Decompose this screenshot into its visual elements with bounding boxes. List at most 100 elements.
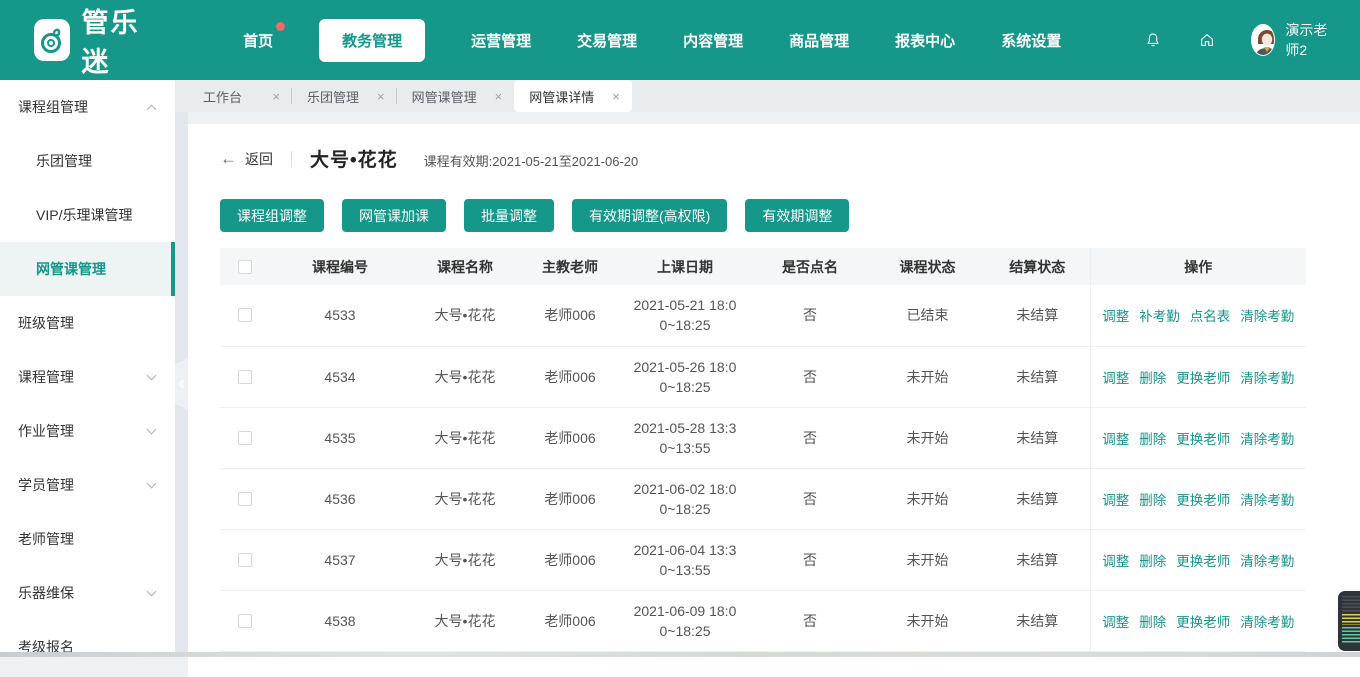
bell-icon[interactable] <box>1145 29 1161 51</box>
table-row: 4536 大号•花花 老师006 2021-06-02 18:00~18:25 … <box>220 468 1306 529</box>
delete-link[interactable]: 删除 <box>1139 615 1166 630</box>
taskbar-edge <box>0 652 1360 657</box>
sidebar-item-class-mgmt[interactable]: 班级管理 <box>0 296 175 350</box>
home-icon[interactable] <box>1199 29 1215 51</box>
tab-bar: 工作台 × 乐团管理 × 网管课管理 × 网管课详情 × <box>175 80 1360 112</box>
batch-adjust-button[interactable]: 批量调整 <box>464 199 554 232</box>
class-date: 2021-05-26 18:00~18:25 <box>632 357 738 397</box>
settle-status: 未结算 <box>985 590 1090 651</box>
sidebar-item-orchestra-mgmt[interactable]: 乐团管理 <box>0 134 175 188</box>
adjust-link[interactable]: 调整 <box>1102 493 1129 508</box>
validity-adjust-button[interactable]: 有效期调整 <box>745 199 849 232</box>
sidebar-item-exam-registration[interactable]: 考级报名 <box>0 620 175 674</box>
nav-transaction-management[interactable]: 交易管理 <box>577 30 637 51</box>
table-header-row: 课程编号 课程名称 主教老师 上课日期 是否点名 课程状态 结算状态 操作 <box>220 248 1306 285</box>
brand-name: 管乐迷 <box>82 1 156 79</box>
clear-attendance-link[interactable]: 清除考勤 <box>1240 432 1294 447</box>
sidebar-item-course-mgmt[interactable]: 课程管理 <box>0 350 175 404</box>
sidebar-item-course-group-mgmt[interactable]: 课程组管理 <box>0 80 175 134</box>
nav-content-management[interactable]: 内容管理 <box>683 30 743 51</box>
user-name[interactable]: 演示老师2 <box>1285 20 1332 60</box>
tab-workbench[interactable]: 工作台 × <box>188 80 292 112</box>
close-icon[interactable]: × <box>377 89 385 104</box>
change-teacher-link[interactable]: 更换老师 <box>1176 615 1230 630</box>
course-id: 4537 <box>270 529 410 590</box>
sidebar-item-instrument-maintenance[interactable]: 乐器维保 <box>0 566 175 620</box>
instrument-icon <box>37 25 67 55</box>
delete-link[interactable]: 删除 <box>1139 493 1166 508</box>
row-checkbox[interactable] <box>238 614 252 628</box>
change-teacher-link[interactable]: 更换老师 <box>1176 371 1230 386</box>
adjust-link[interactable]: 调整 <box>1102 432 1129 447</box>
settle-status: 未结算 <box>985 346 1090 407</box>
makeup-attendance-link[interactable]: 补考勤 <box>1139 309 1180 324</box>
nav-system-settings[interactable]: 系统设置 <box>1001 30 1061 51</box>
close-icon[interactable]: × <box>495 89 503 104</box>
delete-link[interactable]: 删除 <box>1139 554 1166 569</box>
sidebar-collapse-handle[interactable] <box>175 358 188 410</box>
sidebar-item-homework-mgmt[interactable]: 作业管理 <box>0 404 175 458</box>
detail-header: ← 返回 大号•花花 课程有效期:2021-05-21至2021-06-20 <box>220 145 1306 172</box>
row-checkbox[interactable] <box>238 308 252 322</box>
sidebar: 课程组管理 乐团管理 VIP/乐理课管理 网管课管理 班级管理 课程管理 作业管… <box>0 80 175 657</box>
nav-academic-management[interactable]: 教务管理 <box>319 19 425 62</box>
sidebar-item-online-class-mgmt[interactable]: 网管课管理 <box>0 242 175 296</box>
close-icon[interactable]: × <box>272 89 280 104</box>
clear-attendance-link[interactable]: 清除考勤 <box>1240 554 1294 569</box>
widget-stripes-gray <box>1342 596 1360 612</box>
tab-online-class-mgmt[interactable]: 网管课管理 × <box>397 80 515 112</box>
nav-operations-management[interactable]: 运营管理 <box>471 30 531 51</box>
row-checkbox[interactable] <box>238 370 252 384</box>
table-row: 4535 大号•花花 老师006 2021-05-28 13:30~13:55 … <box>220 407 1306 468</box>
change-teacher-link[interactable]: 更换老师 <box>1176 554 1230 569</box>
course-status: 未开始 <box>870 468 985 529</box>
adjust-link[interactable]: 调整 <box>1102 615 1129 630</box>
row-checkbox[interactable] <box>238 431 252 445</box>
settle-status: 未结算 <box>985 468 1090 529</box>
course-name: 大号•花花 <box>410 529 520 590</box>
course-name: 大号•花花 <box>410 407 520 468</box>
row-checkbox[interactable] <box>238 492 252 506</box>
change-teacher-link[interactable]: 更换老师 <box>1176 493 1230 508</box>
sidebar-item-student-mgmt[interactable]: 学员管理 <box>0 458 175 512</box>
rollcall: 否 <box>750 468 870 529</box>
sidebar-item-vip-theory-mgmt[interactable]: VIP/乐理课管理 <box>0 188 175 242</box>
select-all-checkbox[interactable] <box>238 260 252 274</box>
validity-adjust-admin-button[interactable]: 有效期调整(高权限) <box>572 199 727 232</box>
course-status: 已结束 <box>870 285 985 346</box>
nav-report-center[interactable]: 报表中心 <box>895 30 955 51</box>
tab-online-class-detail[interactable]: 网管课详情 × <box>514 80 632 112</box>
clear-attendance-link[interactable]: 清除考勤 <box>1240 371 1294 386</box>
tab-orchestra-mgmt[interactable]: 乐团管理 × <box>292 80 397 112</box>
clear-attendance-link[interactable]: 清除考勤 <box>1240 493 1294 508</box>
adjust-link[interactable]: 调整 <box>1102 309 1129 324</box>
divider <box>291 151 292 167</box>
delete-link[interactable]: 删除 <box>1139 432 1166 447</box>
floating-widget[interactable] <box>1338 591 1360 651</box>
chevron-down-icon <box>147 586 157 596</box>
back-arrow-icon[interactable]: ← <box>220 149 237 169</box>
change-teacher-link[interactable]: 更换老师 <box>1176 432 1230 447</box>
chevron-up-icon <box>147 104 157 114</box>
clear-attendance-link[interactable]: 清除考勤 <box>1240 309 1294 324</box>
rollcall: 否 <box>750 346 870 407</box>
sidebar-item-teacher-mgmt[interactable]: 老师管理 <box>0 512 175 566</box>
course-id: 4535 <box>270 407 410 468</box>
add-online-class-button[interactable]: 网管课加课 <box>342 199 446 232</box>
nav-home[interactable]: 首页 <box>243 30 273 51</box>
row-checkbox[interactable] <box>238 553 252 567</box>
course-status: 未开始 <box>870 529 985 590</box>
avatar[interactable] <box>1251 24 1275 56</box>
teacher: 老师006 <box>520 346 620 407</box>
clear-attendance-link[interactable]: 清除考勤 <box>1240 615 1294 630</box>
close-icon[interactable]: × <box>612 89 620 104</box>
brand-logo-icon <box>34 19 70 61</box>
adjust-link[interactable]: 调整 <box>1102 371 1129 386</box>
rollcall-sheet-link[interactable]: 点名表 <box>1190 309 1231 324</box>
back-button[interactable]: 返回 <box>245 149 273 169</box>
col-settle-status: 结算状态 <box>985 248 1090 285</box>
course-group-adjust-button[interactable]: 课程组调整 <box>220 199 324 232</box>
delete-link[interactable]: 删除 <box>1139 371 1166 386</box>
nav-product-management[interactable]: 商品管理 <box>789 30 849 51</box>
adjust-link[interactable]: 调整 <box>1102 554 1129 569</box>
